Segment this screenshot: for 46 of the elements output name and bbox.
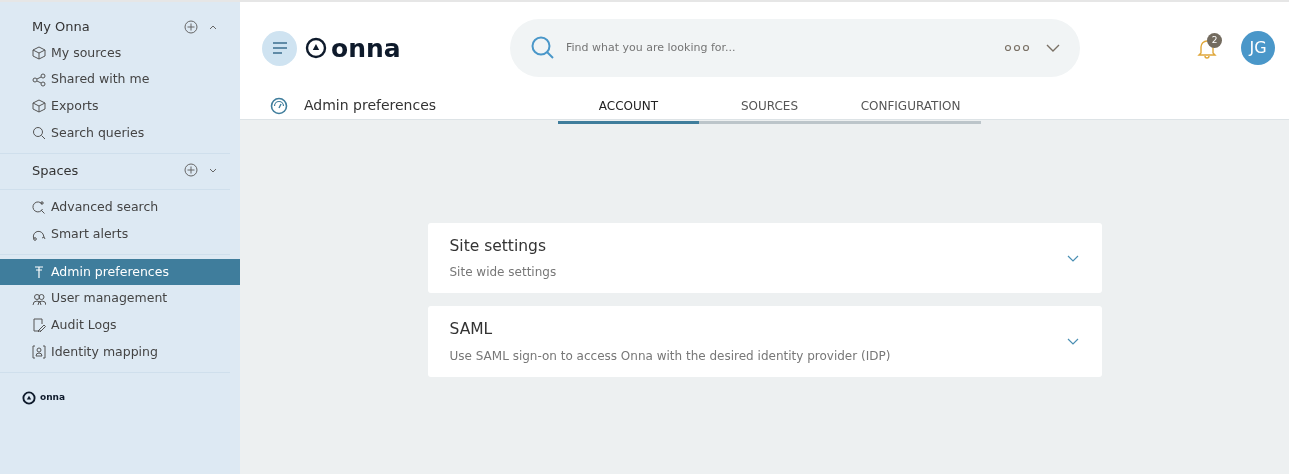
panel-subtitle: Use SAML sign-on to access Onna with the desired identity provider (IDP) bbox=[449, 347, 892, 365]
more-icon[interactable] bbox=[1004, 44, 1030, 52]
section-title: My Onna bbox=[32, 18, 91, 36]
gauge-icon bbox=[270, 96, 288, 115]
search-bar[interactable]: Find what you are looking for... bbox=[510, 19, 1080, 77]
cube-icon bbox=[32, 45, 46, 60]
share-icon bbox=[32, 72, 46, 87]
logo-text: onna bbox=[40, 390, 66, 404]
logo-icon bbox=[305, 37, 327, 59]
document-edit-icon bbox=[32, 318, 46, 333]
search-plus-icon bbox=[32, 200, 46, 215]
add-icon[interactable] bbox=[184, 19, 198, 34]
sidebar-item[interactable]: Shared with me bbox=[0, 66, 230, 93]
settings-panel[interactable]: SAML Use SAML sign-on to access Onna with the desired identity provider (IDP) bbox=[427, 306, 1102, 377]
add-icon[interactable] bbox=[184, 163, 198, 178]
sidebar-item[interactable]: Smart alerts bbox=[0, 220, 230, 248]
menu-button[interactable] bbox=[262, 30, 297, 66]
notification-badge: 2 bbox=[1207, 33, 1222, 48]
sidebar-item[interactable]: Exports bbox=[0, 93, 230, 120]
panel-title: SAML bbox=[449, 319, 494, 341]
sidebar-item[interactable]: Advanced search bbox=[0, 194, 230, 221]
sidebar-item[interactable]: Search queries bbox=[0, 119, 230, 147]
panel-subtitle: Site wide settings bbox=[449, 264, 558, 282]
sidebar-item[interactable]: Identity mapping bbox=[0, 338, 230, 366]
package-icon bbox=[32, 99, 46, 114]
menu-icon bbox=[271, 42, 288, 54]
bell-icon[interactable] bbox=[1197, 37, 1217, 59]
chevron-down-icon[interactable] bbox=[1046, 44, 1060, 52]
sidebar-item[interactable]: Admin preferences bbox=[0, 258, 240, 286]
search-icon bbox=[32, 126, 46, 141]
logo-text: onna bbox=[331, 35, 401, 61]
logo-icon bbox=[22, 390, 36, 405]
sidebar-item[interactable]: My sources bbox=[0, 39, 230, 67]
sidebar-item[interactable]: User management bbox=[0, 285, 230, 312]
section-title: Spaces bbox=[32, 161, 80, 180]
tab[interactable]: SOURCES bbox=[699, 91, 840, 124]
page-title: Admin preferences bbox=[304, 96, 437, 115]
sidebar-item[interactable]: Audit Logs bbox=[0, 312, 230, 339]
users-icon bbox=[32, 291, 46, 306]
tab[interactable]: ACCOUNT bbox=[558, 91, 699, 124]
search-input[interactable]: Find what you are looking for... bbox=[564, 38, 1004, 58]
id-card-icon bbox=[32, 345, 46, 360]
tab[interactable]: CONFIGURATION bbox=[840, 91, 981, 124]
settings-panel[interactable]: Site settings Site wide settings bbox=[427, 223, 1102, 294]
panel-title: Site settings bbox=[449, 236, 547, 257]
search-icon bbox=[530, 35, 556, 61]
